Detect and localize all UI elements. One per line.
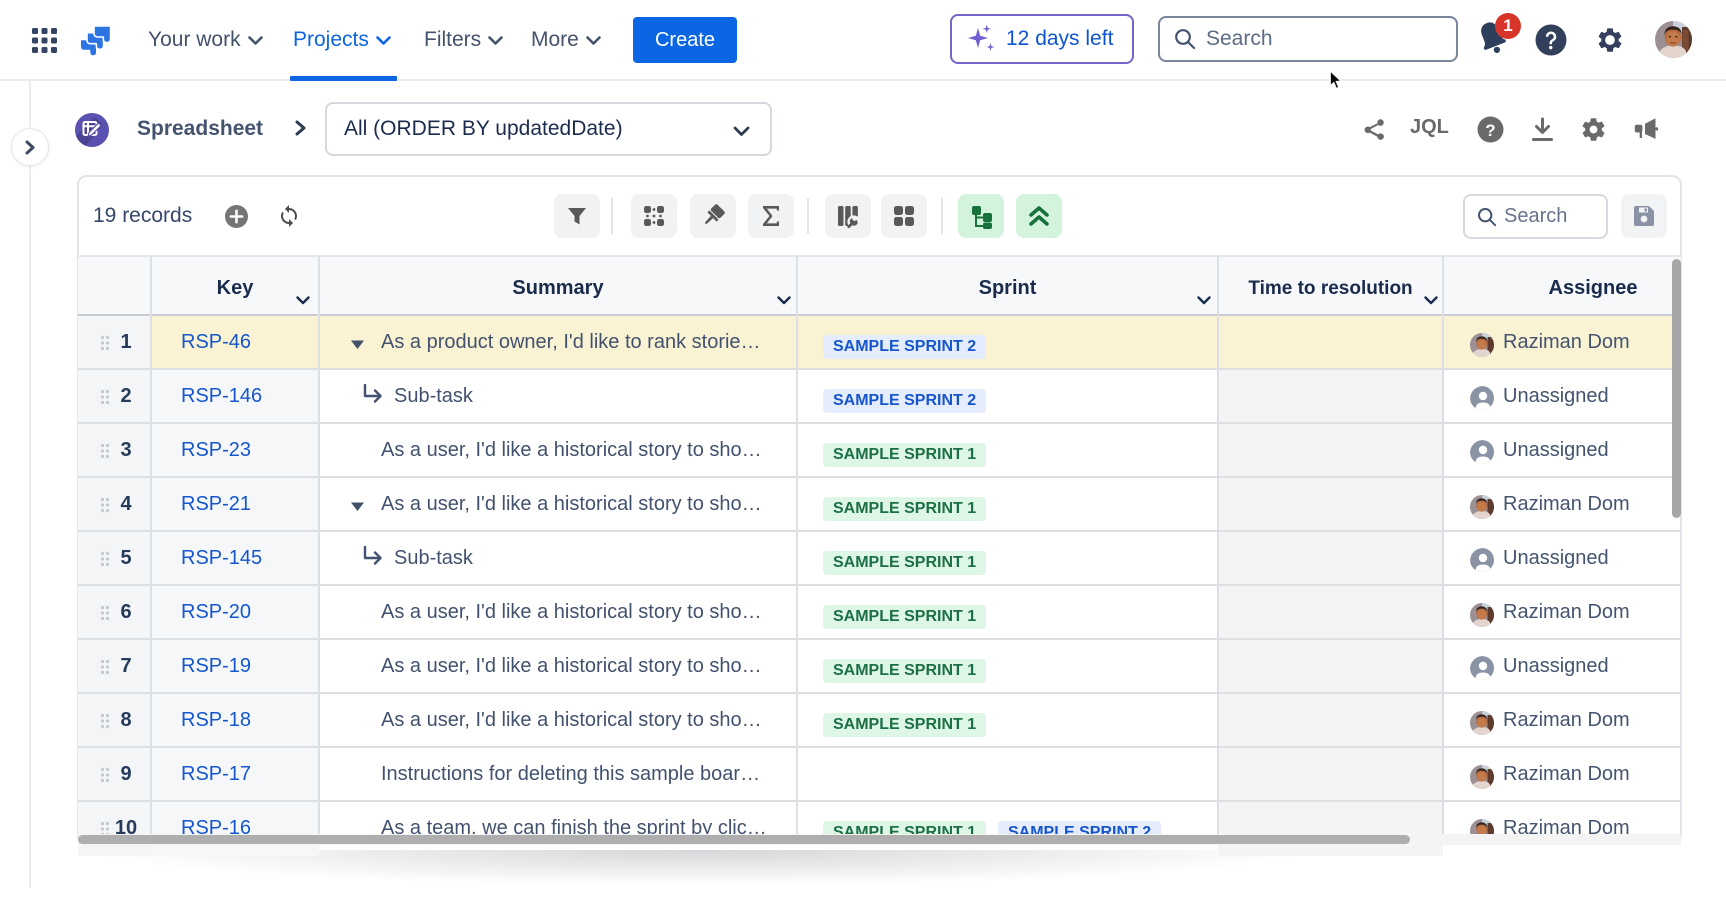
svg-text:?: ? [1485,121,1495,140]
